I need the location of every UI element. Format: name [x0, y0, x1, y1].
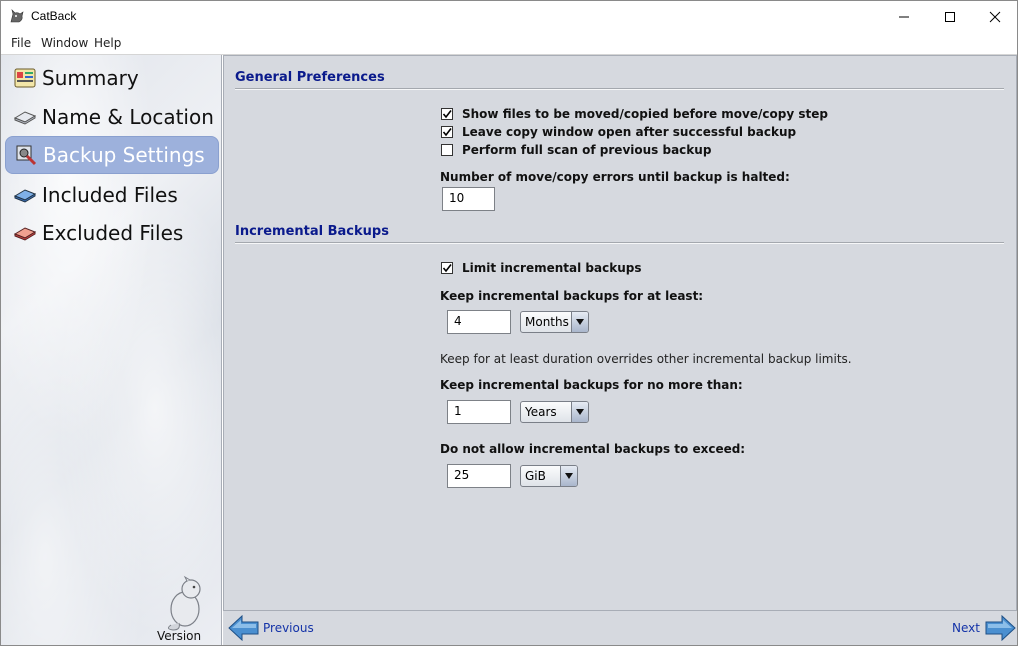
checkbox-limit-incremental[interactable]: Limit incremental backups	[441, 260, 641, 276]
select-value: Years	[525, 405, 557, 419]
checkbox-checked-icon[interactable]	[441, 262, 453, 274]
summary-icon	[13, 66, 37, 90]
cat-app-icon	[10, 9, 24, 23]
incremental-backups-heading: Incremental Backups	[235, 224, 389, 239]
included-files-icon	[13, 183, 37, 207]
checkbox-unchecked-icon[interactable]	[441, 144, 453, 156]
maximize-icon	[945, 11, 955, 22]
keep-at-least-input[interactable]: 4	[447, 310, 511, 334]
close-button[interactable]	[972, 1, 1017, 32]
checkbox-label: Show files to be moved/copied before mov…	[462, 107, 828, 121]
chevron-down-icon[interactable]	[571, 312, 588, 332]
sidebar-item-backup-settings[interactable]: Backup Settings	[5, 136, 219, 174]
next-label: Next	[952, 621, 980, 635]
checkbox-full-scan[interactable]: Perform full scan of previous backup	[441, 142, 711, 158]
sidebar-item-label: Backup Settings	[43, 143, 205, 167]
section-divider	[235, 88, 1004, 90]
beaver-mascot-icon	[167, 575, 201, 631]
general-preferences-heading: General Preferences	[235, 70, 385, 85]
section-divider	[235, 242, 1004, 244]
sidebar-item-label: Excluded Files	[42, 221, 184, 245]
max-size-unit-select[interactable]: GiB	[520, 465, 578, 487]
checkbox-leave-window-open[interactable]: Leave copy window open after successful …	[441, 124, 796, 140]
settings-panel: General Preferences Show files to be mov…	[223, 55, 1017, 611]
version-label: Version 1.5	[157, 629, 202, 645]
menu-window[interactable]: Window	[41, 36, 88, 50]
checkbox-label: Perform full scan of previous backup	[462, 143, 712, 157]
sidebar-item-summary[interactable]: Summary	[5, 60, 219, 96]
sidebar-item-name-location[interactable]: Name & Location	[5, 99, 219, 135]
minimize-icon	[899, 16, 909, 17]
maximize-button[interactable]	[927, 1, 973, 32]
sidebar-item-included-files[interactable]: Included Files	[5, 177, 219, 213]
select-value: GiB	[525, 469, 546, 483]
sidebar: Summary Name & Location Backup Settings …	[1, 55, 222, 645]
keep-no-more-input[interactable]: 1	[447, 400, 511, 424]
errors-input[interactable]: 10	[442, 187, 495, 211]
keep-at-least-unit-select[interactable]: Months	[520, 311, 589, 333]
select-value: Months	[525, 315, 569, 329]
checkbox-checked-icon[interactable]	[441, 126, 453, 138]
close-icon	[989, 11, 1001, 22]
checkbox-label: Leave copy window open after successful …	[462, 125, 797, 139]
previous-label: Previous	[263, 621, 314, 635]
app-window: CatBack File Window Help Summary Name & …	[0, 0, 1018, 646]
disk-icon	[13, 105, 37, 129]
keep-no-more-unit-select[interactable]: Years	[520, 401, 589, 423]
checkbox-show-files[interactable]: Show files to be moved/copied before mov…	[441, 106, 828, 122]
sidebar-item-label: Summary	[42, 66, 139, 90]
next-button[interactable]: Next	[952, 615, 1016, 641]
checkbox-label: Limit incremental backups	[462, 261, 642, 275]
errors-label: Number of move/copy errors until backup …	[440, 170, 790, 184]
wizard-navigation: Previous Next	[223, 611, 1017, 645]
sidebar-item-excluded-files[interactable]: Excluded Files	[5, 215, 219, 251]
checkbox-checked-icon[interactable]	[441, 108, 453, 120]
window-title: CatBack	[31, 9, 77, 23]
keep-at-least-label: Keep incremental backups for at least:	[440, 289, 704, 303]
arrow-right-icon	[985, 615, 1016, 641]
menu-bar: File Window Help	[1, 32, 1017, 55]
excluded-files-icon	[13, 221, 37, 245]
chevron-down-icon[interactable]	[571, 402, 588, 422]
sidebar-item-label: Included Files	[42, 183, 178, 207]
title-bar: CatBack	[1, 1, 1017, 32]
chevron-down-icon[interactable]	[560, 466, 577, 486]
max-size-input[interactable]: 25	[447, 464, 511, 488]
duration-note: Keep for at least duration overrides oth…	[440, 352, 852, 366]
arrow-left-icon	[228, 615, 259, 641]
max-size-label: Do not allow incremental backups to exce…	[440, 442, 746, 456]
sidebar-item-label: Name & Location	[42, 105, 214, 129]
keep-no-more-label: Keep incremental backups for no more tha…	[440, 378, 743, 392]
minimize-button[interactable]	[881, 1, 927, 32]
menu-file[interactable]: File	[11, 36, 31, 50]
menu-help[interactable]: Help	[94, 36, 121, 50]
settings-icon	[14, 143, 38, 167]
previous-button[interactable]: Previous	[228, 615, 314, 641]
